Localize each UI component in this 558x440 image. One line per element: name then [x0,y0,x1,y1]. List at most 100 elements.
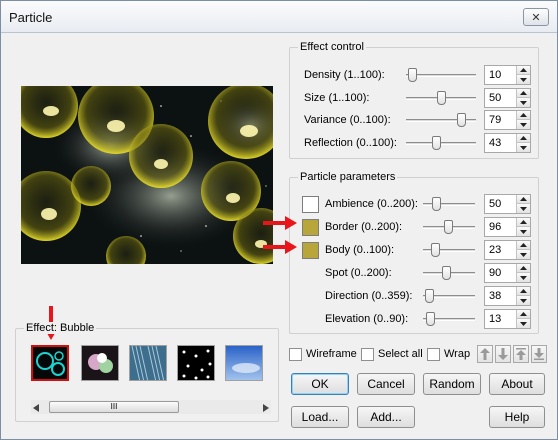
select-all-checkbox[interactable]: Select all [361,346,423,362]
effect-bubble-title: Effect: Bubble [24,322,97,334]
direction-spinner[interactable]: 38 [484,286,531,306]
scroll-right-icon[interactable] [263,403,269,415]
about-label: About [501,377,533,391]
reflection-value: 43 [489,137,502,149]
up-arrow-icon[interactable] [516,218,530,227]
down-arrow-icon[interactable] [516,143,530,152]
wireframe-checkbox[interactable]: Wireframe [289,346,357,362]
scroll-grip-icon: III [110,402,118,411]
density-slider[interactable] [406,66,476,84]
spot-row: Spot (0..200): 90 [290,263,540,283]
up-arrow-icon[interactable] [516,195,530,204]
ok-button[interactable]: OK [291,373,349,395]
scroll-thumb[interactable]: III [49,401,179,413]
preview-image [21,86,273,264]
particle-parameters-group: Particle parameters Ambience (0..200): 5… [289,171,540,334]
variance-spinner[interactable]: 79 [484,110,531,130]
border-spinner[interactable]: 96 [484,217,531,237]
effect-thumbnail-sky[interactable] [225,345,263,381]
size-spinner[interactable]: 50 [484,88,531,108]
reflection-slider[interactable] [406,134,476,152]
title-bar: Particle ✕ [1,1,557,33]
snow-thumbnail-icon [178,346,214,380]
ambience-row: Ambience (0..200): 50 [290,194,540,214]
ambience-color-swatch[interactable] [302,196,319,213]
down-arrow-icon[interactable] [516,296,530,305]
sparkle-thumbnail-icon [82,346,118,380]
arrow-up-icon [480,348,490,360]
move-top-button[interactable] [513,345,529,363]
wrap-checkbox[interactable]: Wrap [427,346,470,362]
down-arrow-icon[interactable] [516,98,530,107]
down-arrow-icon[interactable] [516,120,530,129]
ambience-spinner[interactable]: 50 [484,194,531,214]
effect-thumbnail-sparkle[interactable] [81,345,119,381]
reflection-spinner[interactable]: 43 [484,133,531,153]
down-arrow-icon[interactable] [516,273,530,282]
about-button[interactable]: About [489,373,545,395]
load-button[interactable]: Load... [291,406,349,428]
spot-value: 90 [489,267,502,279]
size-slider[interactable] [406,89,476,107]
effect-thumbnail-rain[interactable] [129,345,167,381]
move-down-button[interactable] [495,345,511,363]
body-label: Body (0..100): [325,244,395,256]
ambience-slider[interactable] [423,195,475,213]
up-arrow-icon[interactable] [516,66,530,75]
wrap-checkbox-box[interactable] [427,347,440,361]
select-all-checkbox-box[interactable] [361,347,374,361]
effect-control-title: Effect control [298,41,366,53]
up-arrow-icon[interactable] [516,89,530,98]
variance-slider[interactable] [406,111,476,129]
wireframe-label: Wireframe [306,348,357,360]
help-label: Help [504,410,530,424]
arrow-top-icon [516,348,526,360]
particle-dialog: Particle ✕ Effect control Density (1..10… [0,0,558,440]
effect-thumbnail-snow[interactable] [177,345,215,381]
close-button[interactable]: ✕ [523,8,549,26]
variance-value: 79 [489,114,502,126]
density-label: Density (1..100): [304,69,385,81]
body-slider[interactable] [423,241,475,259]
up-arrow-icon[interactable] [516,111,530,120]
down-arrow-icon[interactable] [516,250,530,259]
direction-slider[interactable] [423,287,475,305]
down-arrow-icon[interactable] [516,75,530,84]
cancel-button[interactable]: Cancel [357,373,415,395]
elevation-slider[interactable] [423,310,475,328]
border-slider[interactable] [423,218,475,236]
spot-slider[interactable] [423,264,475,282]
body-spinner[interactable]: 23 [484,240,531,260]
effect-thumbnail-bubble[interactable] [31,345,69,381]
spot-label: Spot (0..200): [325,267,392,279]
move-up-button[interactable] [477,345,493,363]
spot-spinner[interactable]: 90 [484,263,531,283]
add-button[interactable]: Add... [357,406,415,428]
border-color-swatch[interactable] [302,219,319,236]
annotation-arrow-icon [263,216,297,230]
window-title: Particle [9,10,53,25]
elevation-row: Elevation (0..90): 13 [290,309,540,329]
down-arrow-icon[interactable] [516,319,530,328]
reflection-row: Reflection (0..100): 43 [290,133,540,153]
help-button[interactable]: Help [489,406,545,428]
up-arrow-icon[interactable] [516,287,530,296]
random-button[interactable]: Random [423,373,481,395]
density-spinner[interactable]: 10 [484,65,531,85]
down-arrow-icon[interactable] [516,204,530,213]
elevation-spinner[interactable]: 13 [484,309,531,329]
thumbnail-scrollbar[interactable]: III [31,400,271,414]
direction-label: Direction (0..359): [325,290,413,302]
up-arrow-icon[interactable] [516,310,530,319]
wireframe-checkbox-box[interactable] [289,347,302,361]
up-arrow-icon[interactable] [516,134,530,143]
up-arrow-icon[interactable] [516,241,530,250]
down-arrow-icon[interactable] [516,227,530,236]
scroll-left-icon[interactable] [33,403,39,415]
up-arrow-icon[interactable] [516,264,530,273]
direction-row: Direction (0..359): 38 [290,286,540,306]
body-color-swatch[interactable] [302,242,319,259]
move-bottom-button[interactable] [531,345,547,363]
rain-thumbnail-icon [130,346,166,380]
bubble-thumbnail-icon [33,347,67,379]
